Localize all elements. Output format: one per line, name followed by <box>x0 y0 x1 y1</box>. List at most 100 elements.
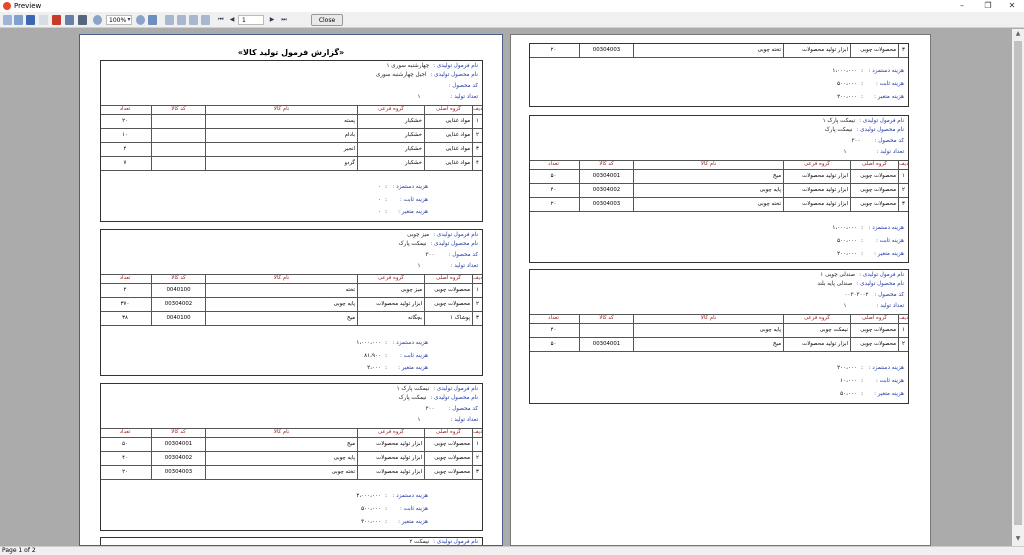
multi-page-icon[interactable] <box>189 15 198 25</box>
table-header: ردیف گروه اصلی گروه فرعی نام کالا کد کال… <box>530 315 908 324</box>
table-row: ۱ محصولات چوبی ابزار تولید محصولات میخ 0… <box>101 438 482 452</box>
variable-cost: هزینه متغیر ::۳۰۰،۰۰۰ <box>361 519 428 525</box>
quantity: ۱ <box>843 303 847 309</box>
formula-name: نیمکت ۲ <box>409 539 430 545</box>
formula-record: نام فرمول تولیدی :نیمکت پارک ۱ نام محصول… <box>100 383 483 531</box>
col-count: تعداد <box>119 106 131 112</box>
chevron-down-icon[interactable]: ▾ <box>126 15 132 25</box>
table-row: ۲ محصولات چوبی ابزار تولید محصولات پایه … <box>101 298 482 312</box>
product-code-label: کد محصول : <box>448 83 478 89</box>
wage-cost: هزینه دستمزد ::۱،۰۰۰،۰۰۰ <box>356 340 428 346</box>
title-bar: Preview – ❐ ✕ <box>0 0 1024 12</box>
formula-record: نام فرمول تولیدی :چهارشنبه سوری ۱ نام مح… <box>100 60 483 222</box>
fixed-cost: هزینه ثابت ::۵۰۰،۰۰۰ <box>361 506 428 512</box>
close-button[interactable]: Close <box>311 14 343 26</box>
pdf-export-icon[interactable] <box>52 15 61 25</box>
fixed-cost: هزینه ثابت ::۰ <box>377 197 428 203</box>
print-icon[interactable] <box>14 15 23 25</box>
page-number-input[interactable]: 1 <box>238 15 264 25</box>
formula-record: نام فرمول تولیدی :صندلی چوبی ۱ نام محصول… <box>529 269 909 404</box>
next-page-icon[interactable]: ▶ <box>268 15 276 25</box>
variable-cost: هزینه متغیر ::۰ <box>377 209 428 215</box>
table-row: ۱ محصولات چوبی نیمکت چوبی پایه چوبی ۴۰ <box>530 324 908 338</box>
window-title: Preview <box>14 2 42 10</box>
table-row: ۴ مواد غذایی خشکبار گردو ۷ <box>101 157 482 171</box>
toolbar: 100% ▾ ⏮ ◀ 1 ▶ ⏭ Close <box>0 12 1024 28</box>
zoom-out-icon[interactable] <box>136 15 145 25</box>
col-row: ردیف <box>472 106 482 114</box>
quantity: ۱ <box>417 417 421 423</box>
wage-cost: هزینه دستمزد ::۱،۰۰۰،۰۰۰ <box>832 68 904 74</box>
wage-cost: هزینه دستمزد ::۰ <box>377 184 428 190</box>
last-page-icon[interactable]: ⏭ <box>280 15 288 25</box>
close-window-icon[interactable]: ✕ <box>998 0 1024 12</box>
two-pages-icon[interactable] <box>177 15 186 25</box>
quantity: ۱ <box>843 149 847 155</box>
fixed-cost: هزینه ثابت ::۸۱،۹۰۰ <box>364 353 428 359</box>
formula-name: صندلی چوبی ۱ <box>820 272 856 278</box>
product-name: صندلی پایه بلند <box>817 281 853 287</box>
formula-record: نام فرمول تولیدی :نیمکت پارک ۱ نام محصول… <box>529 115 909 263</box>
product-name: نیمکت پارک <box>398 241 427 247</box>
table-row: ۲ محصولات چوبی ابزار تولید محصولات پایه … <box>530 184 908 198</box>
table-row: ۱ مواد غذایی خشکبار پسته ۲۰ <box>101 115 482 129</box>
report-page-1: «گزارش فرمول تولید کالا» نام فرمول تولید… <box>79 34 503 546</box>
table-header: ردیف گروه اصلی گروه فرعی نام کالا کد کال… <box>530 161 908 170</box>
product-name-label: نام محصول تولیدی : <box>430 72 478 78</box>
zoom-icon[interactable] <box>93 15 102 25</box>
scroll-up-icon[interactable]: ▲ <box>1014 30 1022 38</box>
product-name: نیمکت پارک <box>824 127 853 133</box>
variable-cost: هزینه متغیر ::۲۰۰،۰۰۰ <box>837 94 904 100</box>
fit-page-icon[interactable] <box>148 15 157 25</box>
variable-cost: هزینه متغیر ::۲،۰۰۰ <box>367 365 428 371</box>
wage-cost: هزینه دستمزد ::۲،۰۰۰،۰۰۰ <box>356 493 428 499</box>
product-name: اجیل چهارشنبه سوری <box>375 72 427 78</box>
product-code: ۳۰۰ <box>425 252 435 258</box>
wage-cost: هزینه دستمزد ::۲۰۰،۰۰۰ <box>837 365 904 371</box>
save-icon[interactable] <box>26 15 35 25</box>
formula-record: نام فرمول تولیدی :میز چوبی نام محصول تول… <box>100 229 483 376</box>
prev-page-icon[interactable]: ◀ <box>228 15 236 25</box>
quantity: ۱ <box>417 94 421 100</box>
page-info: Page 1 of 2 <box>2 547 36 554</box>
find-icon[interactable] <box>78 15 87 25</box>
table-row: ۳ مواد غذایی خشکبار انجیر ۴ <box>101 143 482 157</box>
formula-name: میز چوبی <box>407 232 430 238</box>
edit-page-icon[interactable] <box>201 15 210 25</box>
table-row: ۲ محصولات چوبی ابزار تولید محصولات پایه … <box>101 452 482 466</box>
table-row: ۳ محصولات چوبی ابزار تولید محصولات تخته … <box>101 466 482 480</box>
formula-name: نیمکت پارک ۱ <box>822 118 856 124</box>
first-page-icon[interactable]: ⏮ <box>217 15 225 25</box>
report-title: «گزارش فرمول تولید کالا» <box>237 48 345 57</box>
scroll-down-icon[interactable]: ▼ <box>1014 535 1022 543</box>
app-icon <box>3 2 11 10</box>
print-setup-icon[interactable] <box>65 15 74 25</box>
formula-name-label: نام فرمول تولیدی : <box>433 63 478 69</box>
scroll-thumb[interactable] <box>1014 41 1022 525</box>
single-page-icon[interactable] <box>165 15 174 25</box>
fixed-cost: هزینه ثابت ::۵۰۰،۰۰۰ <box>837 81 904 87</box>
formula-name: نیمکت پارک ۱ <box>396 386 430 392</box>
minimize-icon[interactable]: – <box>948 0 976 12</box>
status-bar: Page 1 of 2 <box>0 546 1024 555</box>
report-page-2: ۳ محصولات چوبی ابزار تولید محصولات تخته … <box>510 34 931 546</box>
formula-record-continued: ۳ محصولات چوبی ابزار تولید محصولات تخته … <box>529 43 909 107</box>
formula-name: چهارشنبه سوری ۱ <box>386 63 430 69</box>
open-icon[interactable] <box>3 15 12 25</box>
product-code: ۳۰۰ <box>425 406 435 412</box>
table-row: ۱ محصولات چوبی میز چوبی تخته 0040100 ۴ <box>101 284 482 298</box>
vertical-scrollbar[interactable]: ▲ ▼ <box>1012 29 1024 546</box>
product-name: نیمکت پارک <box>398 395 427 401</box>
col-sub-group: گروه فرعی <box>357 106 424 114</box>
quantity: ۱ <box>417 263 421 269</box>
quantity-label: تعداد تولید : <box>450 94 478 100</box>
table-header: ردیف گروه اصلی گروه فرعی نام کالا کد کال… <box>101 106 482 115</box>
fixed-cost: هزینه ثابت ::۱۰،۰۰۰ <box>840 378 904 384</box>
page-setup-icon[interactable] <box>39 15 48 25</box>
table-row: ۳ محصولات چوبی ابزار تولید محصولات تخته … <box>530 198 908 212</box>
product-code: ۰۰۳۰۳۰۰۲ <box>844 292 869 298</box>
table-row: ۱ محصولات چوبی ابزار تولید محصولات میخ 0… <box>530 170 908 184</box>
product-code: ۳۰۰ <box>851 138 861 144</box>
formula-record: نام فرمول تولیدی :نیمکت ۲ <box>100 537 483 545</box>
table-row: ۳ پوشاک ۱ بچگانه میخ 0040100 ۳۸ <box>101 312 482 326</box>
